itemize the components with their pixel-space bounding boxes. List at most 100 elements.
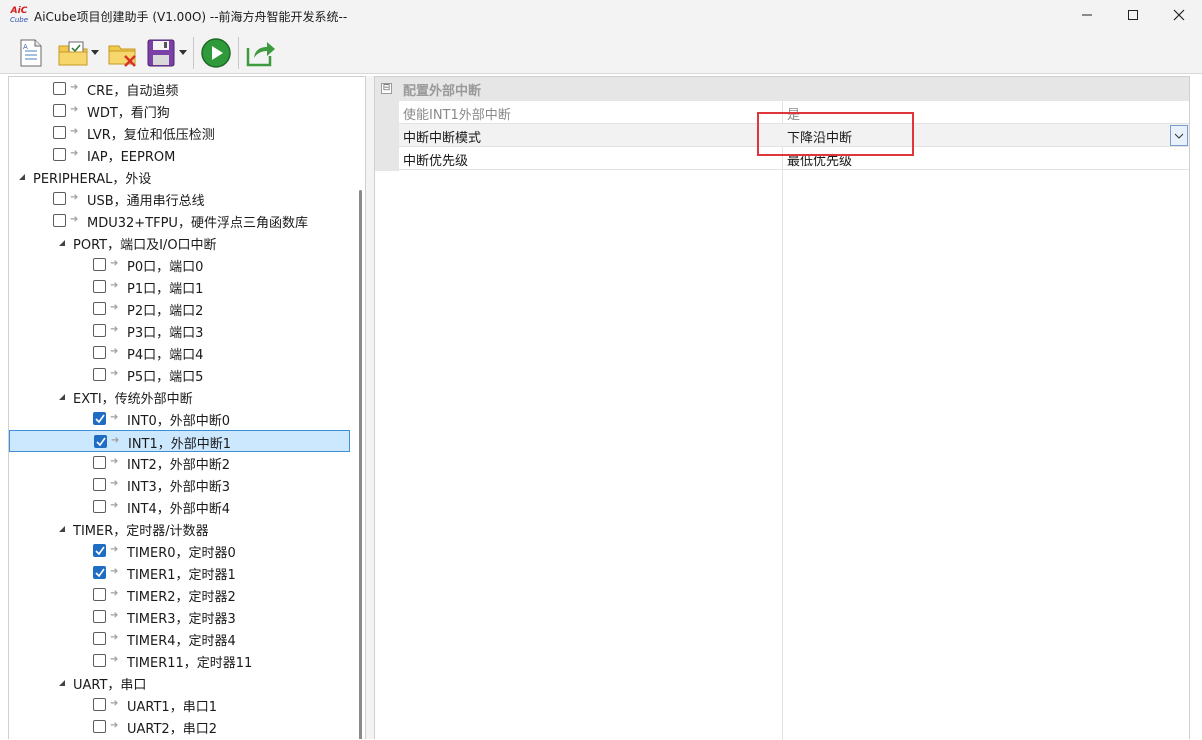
checkbox[interactable] [93, 698, 106, 711]
tree-item[interactable]: ➜ LVR，复位和低压检测 [9, 122, 350, 144]
checkbox[interactable] [53, 104, 66, 117]
node-arrow-icon: ➜ [110, 500, 119, 511]
tree-item[interactable]: ➜ TIMER0，定时器0 [9, 540, 350, 562]
checkbox[interactable] [53, 214, 66, 227]
tree-item[interactable]: ➜ TIMER1，定时器1 [9, 562, 350, 584]
tree-item[interactable]: ➜ TIMER2，定时器2 [9, 584, 350, 606]
checkbox[interactable] [53, 126, 66, 139]
property-category[interactable]: ⊟ 配置外部中断 [375, 77, 1189, 101]
new-document-button[interactable]: A [14, 36, 48, 70]
tree-item[interactable]: ➜ UART1，串口1 [9, 694, 350, 716]
expand-toggle-icon[interactable] [57, 678, 67, 688]
tree-item[interactable]: EXTI，传统外部中断 [9, 386, 350, 408]
node-arrow-icon: ➜ [110, 412, 119, 423]
checkbox[interactable] [93, 632, 106, 645]
node-arrow-icon: ➜ [111, 435, 120, 446]
tree-item[interactable]: ➜ P4口，端口4 [9, 342, 350, 364]
tree-item[interactable]: ➜ MDU32+TFPU，硬件浮点三角函数库 [9, 210, 350, 232]
category-label: 配置外部中断 [403, 83, 482, 99]
tree-item[interactable]: ➜ TIMER3，定时器3 [9, 606, 350, 628]
node-arrow-icon: ➜ [70, 148, 79, 159]
checkbox[interactable] [93, 280, 106, 293]
tree-item[interactable]: UART，串口 [9, 672, 350, 694]
tree-item[interactable]: ➜ INT1，外部中断1 [9, 430, 350, 452]
toolbar-separator [193, 36, 194, 69]
save-dropdown[interactable] [178, 36, 188, 70]
tree-item[interactable]: ➜ P0口，端口0 [9, 254, 350, 276]
export-button[interactable] [244, 36, 278, 70]
run-button[interactable] [199, 36, 233, 70]
checkbox[interactable] [93, 654, 106, 667]
tree-item-label: IAP，EEPROM [87, 150, 176, 165]
peripheral-tree[interactable]: ➜ CRE，自动追频 ➜ WDT，看门狗 ➜ LVR，复位和低压检测 ➜ IAP，EEPROM… [8, 76, 366, 739]
tree-item-label: UART2，串口2 [127, 722, 217, 737]
checkbox[interactable] [53, 82, 66, 95]
minimize-button[interactable] [1064, 0, 1110, 30]
close-button[interactable] [1156, 0, 1202, 30]
tree-item-label: EXTI，传统外部中断 [73, 392, 193, 407]
node-arrow-icon: ➜ [110, 324, 119, 335]
tree-item[interactable]: ➜ P5口，端口5 [9, 364, 350, 386]
checkbox[interactable] [93, 720, 106, 733]
checkbox-checked[interactable] [93, 412, 106, 425]
checkbox[interactable] [93, 588, 106, 601]
maximize-button[interactable] [1110, 0, 1156, 30]
panel-splitter[interactable] [366, 76, 374, 739]
checkbox[interactable] [53, 148, 66, 161]
title-bar: AiC Cube AiCube项目创建助手 (V1.00O) --前海方舟智能开… [0, 0, 1202, 32]
interrupt-mode-dropdown-button[interactable] [1170, 125, 1188, 146]
tree-item[interactable]: ➜ INT3，外部中断3 [9, 474, 350, 496]
tree-item[interactable]: ➜ INT4，外部中断4 [9, 496, 350, 518]
tree-item[interactable]: ➜ INT2，外部中断2 [9, 452, 350, 474]
chevron-down-icon [91, 49, 99, 55]
checkbox[interactable] [93, 258, 106, 271]
checkbox[interactable] [93, 500, 106, 513]
tree-item[interactable]: ➜ WDT，看门狗 [9, 100, 350, 122]
checkbox-checked[interactable] [93, 544, 106, 557]
open-project-button[interactable] [56, 36, 90, 70]
new-document-icon: A [20, 39, 42, 66]
close-project-button[interactable] [106, 36, 140, 70]
save-button[interactable] [144, 36, 178, 70]
checkbox[interactable] [93, 302, 106, 315]
tree-item[interactable]: ➜ P1口，端口1 [9, 276, 350, 298]
checkbox[interactable] [93, 610, 106, 623]
tree-item[interactable]: ➜ USB，通用串行总线 [9, 188, 350, 210]
tree-item-label: P3口，端口3 [127, 326, 204, 341]
tree-item[interactable]: ➜ P2口，端口2 [9, 298, 350, 320]
expand-toggle-icon[interactable] [57, 238, 67, 248]
checkbox-checked[interactable] [93, 566, 106, 579]
expand-toggle-icon[interactable] [17, 172, 27, 182]
tree-item[interactable]: ➜ INT0，外部中断0 [9, 408, 350, 430]
collapse-icon[interactable]: ⊟ [381, 83, 392, 94]
tree-item[interactable]: PORT，端口及I/O口中断 [9, 232, 350, 254]
annotation-highlight-box [757, 112, 914, 156]
checkbox[interactable] [93, 368, 106, 381]
node-arrow-icon: ➜ [110, 588, 119, 599]
tree-item-label: PERIPHERAL，外设 [33, 172, 152, 187]
tree-item[interactable]: TIMER，定时器/计数器 [9, 518, 350, 540]
window-title: AiCube项目创建助手 (V1.00O) --前海方舟智能开发系统-- [34, 9, 348, 24]
tree-scrollbar-thumb[interactable] [359, 190, 362, 739]
expand-toggle-icon[interactable] [57, 392, 67, 402]
checkbox-checked[interactable] [94, 435, 107, 448]
checkbox[interactable] [93, 346, 106, 359]
tree-item[interactable]: ➜ TIMER11，定时器11 [9, 650, 350, 672]
tree-item[interactable]: ➜ TIMER4，定时器4 [9, 628, 350, 650]
checkbox[interactable] [93, 456, 106, 469]
checkbox[interactable] [53, 192, 66, 205]
node-arrow-icon: ➜ [110, 478, 119, 489]
tree-item[interactable]: ➜ P3口，端口3 [9, 320, 350, 342]
tree-item[interactable]: ➜ IAP，EEPROM [9, 144, 350, 166]
tree-item[interactable]: ➜ CRE，自动追频 [9, 78, 350, 100]
expand-toggle-icon[interactable] [57, 524, 67, 534]
checkbox[interactable] [93, 478, 106, 491]
tree-item-label: TIMER4，定时器4 [127, 634, 236, 649]
column-divider[interactable] [782, 101, 783, 740]
node-arrow-icon: ➜ [110, 566, 119, 577]
tree-item[interactable]: ➜ UART2，串口2 [9, 716, 350, 738]
tree-item[interactable]: PERIPHERAL，外设 [9, 166, 350, 188]
checkbox[interactable] [93, 324, 106, 337]
open-project-dropdown[interactable] [90, 36, 100, 70]
tree-scrollbar[interactable] [355, 77, 365, 739]
